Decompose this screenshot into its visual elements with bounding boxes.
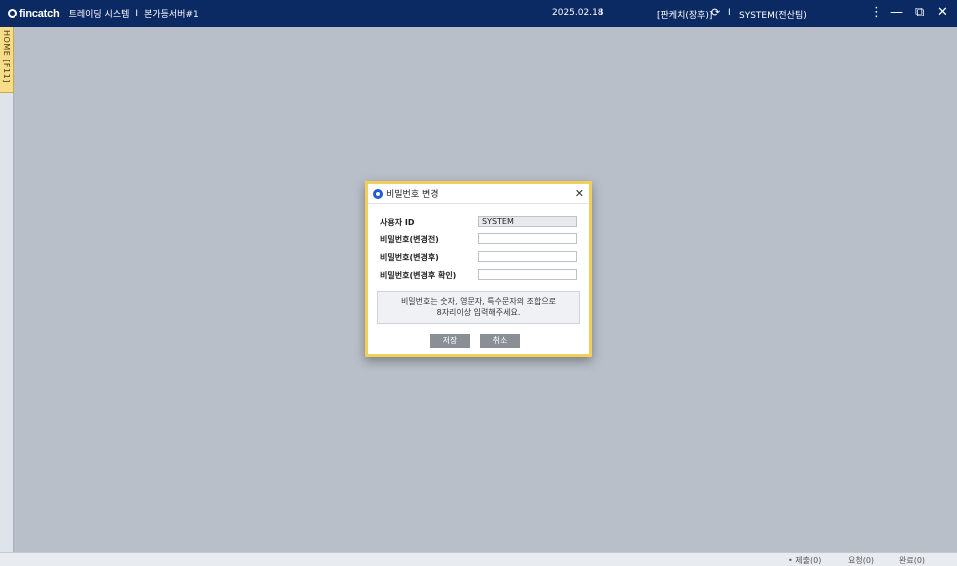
password-rule-notice: 비밀번호는 숫자, 영문자, 특수문자의 조합으로 8자리이상 입력해주세요. xyxy=(377,291,580,324)
app-icon xyxy=(373,188,383,199)
status-bar: • 제출(0) 요청(0) 완료(0) xyxy=(0,552,957,566)
complete-count: 완료(0) xyxy=(899,556,926,565)
business-date: 2025.02.18 xyxy=(552,8,604,18)
more-vertical-icon[interactable]: ⋮ xyxy=(870,5,883,21)
old-password-field[interactable] xyxy=(478,233,577,244)
app-title: 트레이딩 시스템 xyxy=(68,10,130,20)
request-count: 요청(0) xyxy=(848,556,875,565)
home-tab-label: HOME [F11] xyxy=(2,30,11,83)
dialog-header: 비밀번호 변경 ✕ xyxy=(368,184,589,204)
old-password-label: 비밀번호(변경전) xyxy=(380,235,439,244)
notice-line-1: 비밀번호는 숫자, 영문자, 특수문자의 조합으로 xyxy=(400,297,557,306)
logo-icon xyxy=(8,9,18,19)
cancel-button[interactable]: 취소 xyxy=(480,334,520,348)
new-password-field[interactable] xyxy=(478,251,577,262)
left-sidebar xyxy=(0,27,14,552)
current-user: SYSTEM(전산팀) xyxy=(739,11,807,21)
notice-line-2: 8자리이상 입력해주세요. xyxy=(436,308,521,317)
minimize-icon[interactable]: — xyxy=(890,5,903,21)
date-separator: I xyxy=(600,8,603,18)
session-status: [판케치(장후)] xyxy=(657,11,713,21)
title-bar: fincatch 트레이딩 시스템 I 본가등서버#1 2025.02.18 I… xyxy=(0,0,957,27)
new-password-label: 비밀번호(변경후) xyxy=(380,253,439,262)
confirm-password-label: 비밀번호(변경후 확인) xyxy=(380,271,457,280)
restore-icon[interactable]: ⧉ xyxy=(915,5,924,21)
confirm-password-field[interactable] xyxy=(478,269,577,280)
server-name: 본가등서버#1 xyxy=(144,10,199,20)
title-separator: I xyxy=(135,8,139,19)
close-icon[interactable]: ✕ xyxy=(937,5,948,21)
dialog-close-icon[interactable]: ✕ xyxy=(575,187,584,200)
refresh-icon[interactable]: ⟳ xyxy=(711,6,720,19)
home-tab[interactable]: HOME [F11] xyxy=(0,27,14,93)
dialog-title: 비밀번호 변경 xyxy=(386,190,439,200)
user-id-field[interactable] xyxy=(478,216,577,227)
save-button[interactable]: 저장 xyxy=(430,334,470,348)
user-separator: I xyxy=(728,8,731,18)
change-password-dialog: 비밀번호 변경 ✕ 사용자 ID 비밀번호(변경전) 비밀번호(변경후) 비밀번… xyxy=(365,181,592,357)
app-logo: fincatch xyxy=(8,8,60,20)
user-id-label: 사용자 ID xyxy=(380,218,415,227)
logo-text: fincatch xyxy=(19,7,60,20)
submit-count: • 제출(0) xyxy=(788,556,822,565)
